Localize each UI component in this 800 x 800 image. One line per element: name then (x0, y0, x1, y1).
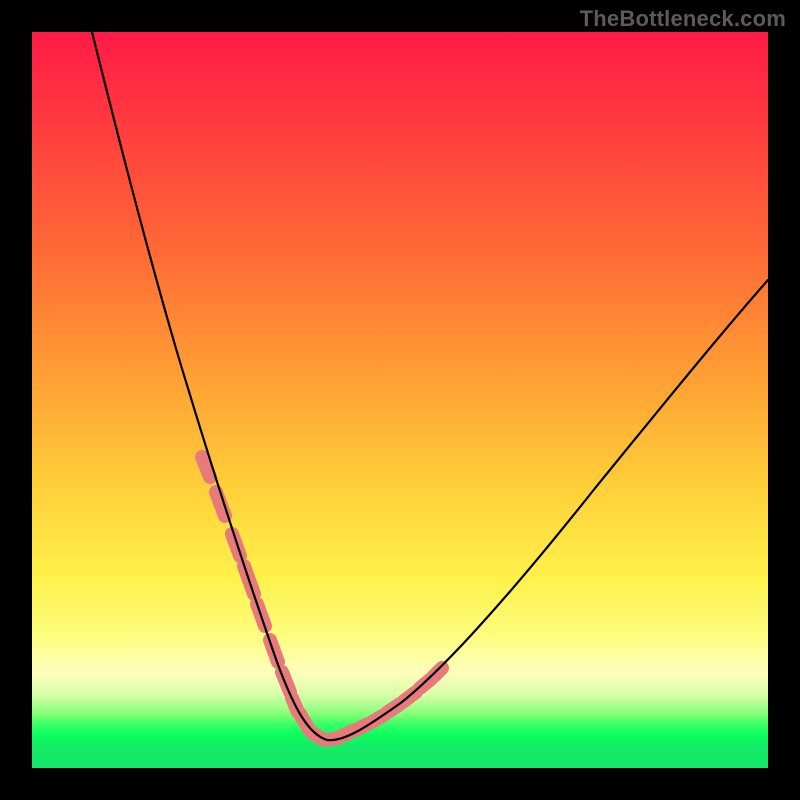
plot-area (32, 32, 768, 768)
outer-frame: TheBottleneck.com (0, 0, 800, 800)
watermark-text: TheBottleneck.com (580, 6, 786, 32)
bottleneck-curve (92, 32, 768, 740)
chart-svg (32, 32, 768, 768)
